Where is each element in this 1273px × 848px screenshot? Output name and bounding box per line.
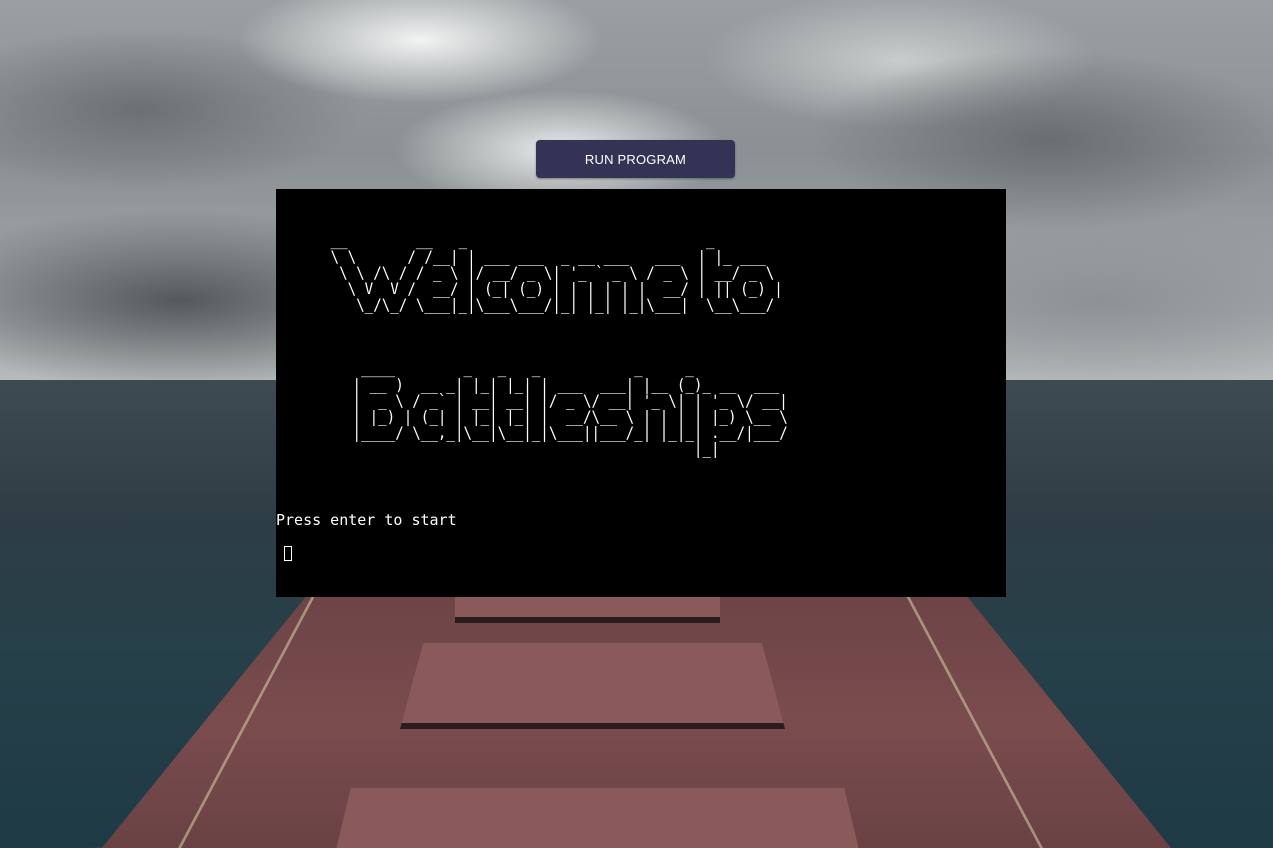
terminal-cursor (284, 546, 292, 561)
ascii-title-battleships: ____ _ _ _ _ _ | __ ) __ _| |_| |_| | __… (352, 359, 788, 459)
run-program-button[interactable]: RUN PROGRAM (536, 140, 735, 178)
ascii-title-welcome: __ __ _ _ \ \ / /__| | ___ ___ _ __ ___ … (330, 231, 783, 315)
ship-hatch (335, 788, 860, 848)
start-prompt: Press enter to start (276, 511, 457, 529)
ship-hatch (455, 597, 720, 623)
terminal[interactable]: __ __ _ _ \ \ / /__| | ___ ___ _ __ ___ … (276, 189, 1006, 597)
ship-hatch (400, 643, 785, 729)
